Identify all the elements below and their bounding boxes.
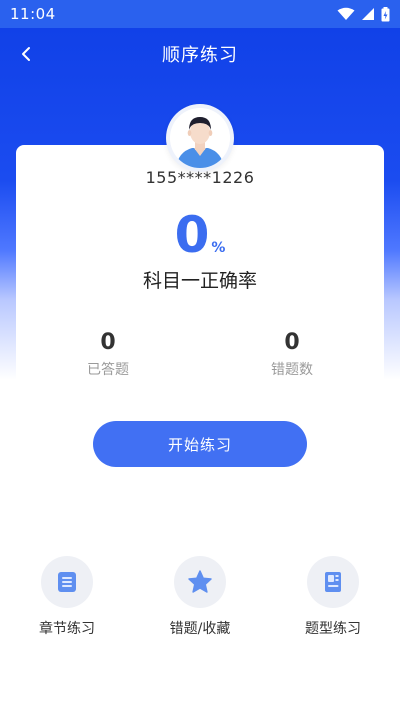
menu-wrong-favorites[interactable]: 错题/收藏: [150, 556, 250, 638]
stat-answered: 0 已答题: [48, 330, 168, 379]
stat-answered-value: 0: [100, 330, 116, 355]
menu-type-label: 题型练习: [305, 621, 361, 637]
stat-wrong: 0 错题数: [232, 330, 352, 379]
status-time: 11:04: [10, 5, 56, 23]
battery-icon: [381, 6, 390, 21]
accuracy-number: 0: [174, 206, 210, 264]
page-title: 顺序练习: [162, 45, 238, 66]
status-icons: [337, 6, 390, 22]
nav-bar: 顺序练习: [0, 34, 400, 74]
avatar[interactable]: [166, 104, 234, 172]
menu-wrong-circle: [174, 556, 226, 608]
menu-chapter-label: 章节练习: [39, 621, 95, 637]
accuracy-label: 科目一正确率: [142, 270, 257, 292]
signal-icon: [362, 8, 374, 20]
stat-wrong-label: 错题数: [271, 362, 313, 378]
user-avatar-icon: [170, 108, 230, 168]
stat-wrong-value: 0: [284, 330, 300, 355]
user-phone: 155****1226: [145, 168, 255, 187]
chevron-left-icon: [22, 47, 30, 61]
accuracy-unit: %: [211, 240, 226, 256]
star-icon: [188, 570, 212, 593]
menu-type-circle: [307, 556, 359, 608]
menu-wrong-label: 错题/收藏: [169, 621, 231, 637]
list-icon: [58, 572, 76, 592]
stat-answered-label: 已答题: [87, 362, 129, 378]
menu-question-type[interactable]: 题型练习: [283, 556, 383, 638]
back-button[interactable]: [12, 40, 40, 68]
status-bar: 11:04: [0, 0, 400, 28]
book-icon: [325, 572, 341, 592]
menu-chapter-circle: [41, 556, 93, 608]
accuracy-value: 0%: [0, 206, 400, 264]
menu-chapter-practice[interactable]: 章节练习: [17, 556, 117, 638]
start-practice-button[interactable]: 开始练习: [93, 421, 307, 467]
wifi-icon: [337, 7, 355, 20]
